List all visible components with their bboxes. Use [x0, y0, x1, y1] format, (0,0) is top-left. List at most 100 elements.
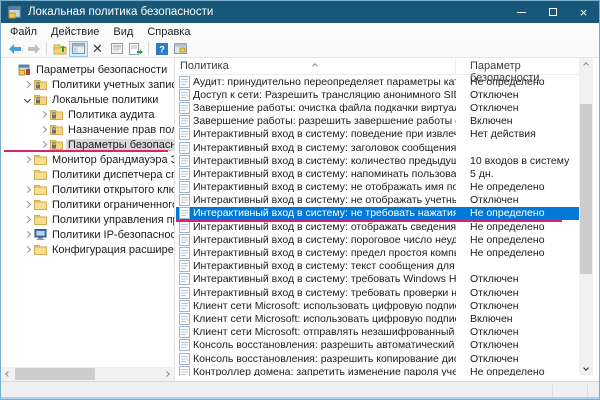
- show-console-tree-icon[interactable]: [69, 41, 88, 57]
- policy-row[interactable]: Клиент сети Microsoft: отправлять незаши…: [176, 326, 579, 339]
- policy-cell: Интерактивный вход в систему: не требова…: [176, 207, 456, 219]
- policy-row[interactable]: Интерактивный вход в систему: заголовок …: [176, 141, 579, 154]
- security-setting-value: Включен: [456, 115, 579, 127]
- policy-name: Аудит: принудительно переопределяет пара…: [193, 76, 456, 88]
- chevron-right-icon[interactable]: [21, 82, 34, 87]
- folder-lock-icon: [50, 139, 66, 150]
- list-vertical-scrollbar[interactable]: [579, 58, 593, 375]
- scrollbar-thumb[interactable]: [15, 368, 95, 380]
- tree-item[interactable]: Назначение прав пользователя: [1, 122, 174, 137]
- policy-name: Интерактивный вход в систему: пороговое …: [193, 234, 456, 246]
- chevron-right-icon[interactable]: [21, 157, 34, 162]
- policy-row[interactable]: Интерактивный вход в систему: текст сооб…: [176, 260, 579, 273]
- policy-row[interactable]: Завершение работы: очистка файла подкачк…: [176, 101, 579, 114]
- chevron-right-icon[interactable]: [21, 247, 34, 252]
- scroll-left-icon[interactable]: [1, 367, 15, 381]
- policy-row[interactable]: Интерактивный вход в систему: отображать…: [176, 220, 579, 233]
- security-setting-value: Не определено: [456, 234, 579, 246]
- policy-row[interactable]: Клиент сети Microsoft: использовать цифр…: [176, 299, 579, 312]
- policy-row[interactable]: Интерактивный вход в систему: требовать …: [176, 286, 579, 299]
- help-icon[interactable]: ?: [152, 41, 171, 57]
- policy-row[interactable]: Интерактивный вход в систему: требовать …: [176, 273, 579, 286]
- policy-row[interactable]: Интерактивный вход в систему: поведение …: [176, 128, 579, 141]
- close-button[interactable]: ×: [568, 1, 599, 23]
- forward-icon[interactable]: [24, 41, 43, 57]
- toolbar: ✕?: [1, 40, 599, 58]
- policy-row[interactable]: Интерактивный вход в систему: не требова…: [176, 207, 579, 220]
- security-setting-value: Нет действия: [456, 128, 579, 140]
- maximize-button[interactable]: [537, 1, 568, 23]
- minimize-button[interactable]: [506, 1, 537, 23]
- app-icon: [8, 6, 21, 19]
- chevron-right-icon[interactable]: [21, 232, 34, 237]
- menu-view[interactable]: Вид: [106, 26, 140, 38]
- policy-row[interactable]: Аудит: принудительно переопределяет пара…: [176, 75, 579, 88]
- tree-item-label: Политики диспетчера списка сетей: [50, 169, 174, 181]
- policy-name: Интерактивный вход в систему: не требова…: [193, 207, 456, 219]
- tree-item[interactable]: Политики открытого ключа: [1, 182, 174, 197]
- tree-item[interactable]: Политики ограниченного использо: [1, 197, 174, 212]
- policy-row[interactable]: Интерактивный вход в систему: напоминать…: [176, 167, 579, 180]
- tree-item[interactable]: Политики учетных записей: [1, 77, 174, 92]
- menu-help[interactable]: Справка: [140, 26, 197, 38]
- tree-item[interactable]: Конфигурация расширенной полит: [1, 242, 174, 257]
- tree-item[interactable]: Политика аудита: [1, 107, 174, 122]
- policy-row[interactable]: Интерактивный вход в систему: не отображ…: [176, 194, 579, 207]
- column-header-security-setting[interactable]: Параметр безопасности: [456, 58, 593, 74]
- scroll-right-icon[interactable]: [160, 367, 174, 381]
- policy-name: Клиент сети Microsoft: отправлять незаши…: [193, 326, 456, 338]
- chevron-right-icon[interactable]: [37, 127, 50, 132]
- tree-item[interactable]: Параметры безопасности: [1, 137, 174, 152]
- security-setting-value: Не определено: [456, 76, 579, 88]
- policy-row[interactable]: Интерактивный вход в систему: пороговое …: [176, 233, 579, 246]
- tree-item[interactable]: Параметры безопасности: [1, 62, 174, 77]
- policy-row[interactable]: Контроллер домена: запретить изменение п…: [176, 365, 579, 376]
- policy-name: Консоль восстановления: разрешить копиро…: [193, 353, 456, 365]
- delete-icon[interactable]: ✕: [88, 41, 107, 57]
- tree-item[interactable]: Политики управления приложения: [1, 212, 174, 227]
- policy-row[interactable]: Консоль восстановления: разрешить автома…: [176, 339, 579, 352]
- export-list-icon[interactable]: [126, 41, 145, 57]
- tree-item[interactable]: Политики IP-безопасности на "Лок: [1, 227, 174, 242]
- policy-name: Интерактивный вход в систему: отображать…: [193, 221, 456, 233]
- menu-file[interactable]: Файл: [3, 26, 44, 38]
- scroll-up-icon[interactable]: [579, 58, 593, 72]
- chevron-right-icon[interactable]: [21, 202, 34, 207]
- properties-icon[interactable]: [107, 41, 126, 57]
- tree-item-label: Политики открытого ключа: [50, 184, 174, 196]
- policy-cell: Интерактивный вход в систему: требовать …: [176, 287, 456, 299]
- tree-item[interactable]: Локальные политики: [1, 92, 174, 107]
- tree-item[interactable]: Монитор брандмауэра Защитника W: [1, 152, 174, 167]
- back-icon[interactable]: [5, 41, 24, 57]
- policy-row[interactable]: Завершение работы: разрешить завершение …: [176, 115, 579, 128]
- chevron-right-icon[interactable]: [21, 217, 34, 222]
- policy-cell: Интерактивный вход в систему: не отображ…: [176, 194, 456, 206]
- scroll-down-icon[interactable]: [579, 361, 593, 375]
- policy-doc-icon: [179, 313, 193, 325]
- toolbar-separator: [148, 42, 149, 55]
- policy-doc-icon: [179, 247, 193, 259]
- policy-cell: Консоль восстановления: разрешить копиро…: [176, 353, 456, 365]
- tree-horizontal-scrollbar[interactable]: [1, 367, 174, 381]
- up-one-level-icon[interactable]: [50, 41, 69, 57]
- policy-name: Интерактивный вход в систему: не отображ…: [193, 181, 456, 193]
- chevron-right-icon[interactable]: [37, 112, 50, 117]
- policy-name: Интерактивный вход в систему: предел про…: [193, 247, 456, 259]
- tree-item[interactable]: Политики диспетчера списка сетей: [1, 167, 174, 182]
- security-setting-value: Отключен: [456, 300, 579, 312]
- policy-row[interactable]: Консоль восстановления: разрешить копиро…: [176, 352, 579, 365]
- security-setting-value: Не определено: [456, 366, 579, 376]
- policy-row[interactable]: Интерактивный вход в систему: не отображ…: [176, 181, 579, 194]
- policy-row[interactable]: Доступ к сети: Разрешить трансляцию анон…: [176, 88, 579, 101]
- policy-row[interactable]: Клиент сети Microsoft: использовать цифр…: [176, 312, 579, 325]
- tree-item-label: Политики учетных записей: [50, 79, 174, 91]
- policy-row[interactable]: Интерактивный вход в систему: предел про…: [176, 246, 579, 259]
- policy-row[interactable]: Интерактивный вход в систему: количество…: [176, 154, 579, 167]
- new-window-icon[interactable]: [171, 41, 190, 57]
- chevron-down-icon[interactable]: [21, 97, 34, 102]
- menu-action[interactable]: Действие: [44, 26, 106, 38]
- scrollbar-thumb[interactable]: [580, 104, 592, 274]
- chevron-right-icon[interactable]: [21, 187, 34, 192]
- status-bar: [1, 381, 599, 398]
- chevron-right-icon[interactable]: [37, 142, 50, 147]
